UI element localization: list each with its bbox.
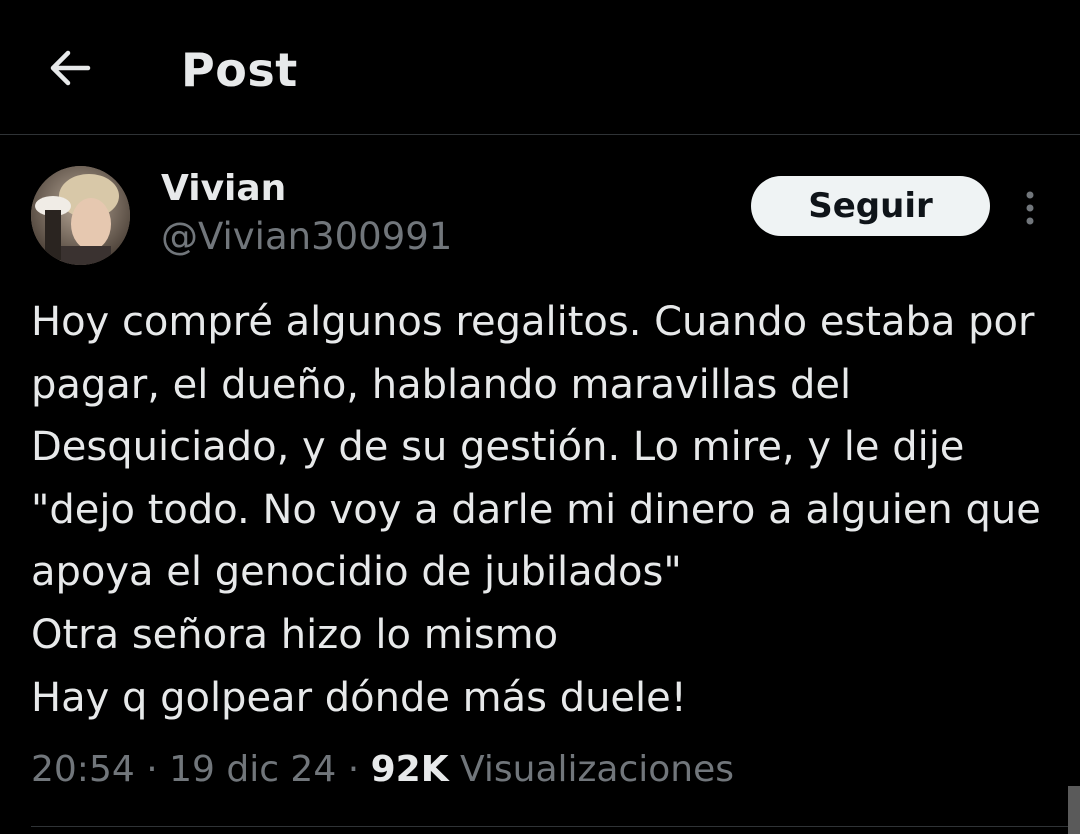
post-time[interactable]: 20:54 xyxy=(31,749,135,790)
page-title: Post xyxy=(181,43,298,97)
views-label[interactable]: Visualizaciones xyxy=(460,749,734,790)
divider xyxy=(31,826,1080,827)
post-text: Hoy compré algunos regalitos. Cuando est… xyxy=(31,299,1041,721)
more-vertical-icon xyxy=(1026,191,1034,225)
meta-separator: · xyxy=(336,749,371,790)
meta-separator: · xyxy=(134,749,170,790)
scrollbar[interactable] xyxy=(1068,786,1080,834)
user-avatar-photo xyxy=(31,166,130,265)
arrow-left-icon xyxy=(50,50,91,86)
post-date[interactable]: 19 dic 24 xyxy=(169,749,336,790)
author-handle[interactable]: @Vivian300991 xyxy=(161,214,452,260)
avatar[interactable] xyxy=(31,166,130,265)
more-options-button[interactable] xyxy=(1008,186,1052,230)
back-button[interactable] xyxy=(44,42,96,94)
author-name[interactable]: Vivian xyxy=(161,166,286,212)
top-bar: Post xyxy=(0,0,1080,135)
views-count[interactable]: 92K xyxy=(371,749,449,790)
follow-button[interactable]: Seguir xyxy=(751,176,990,236)
post-metadata: 20:54 · 19 dic 24 · 92K Visualizaciones xyxy=(31,745,734,795)
